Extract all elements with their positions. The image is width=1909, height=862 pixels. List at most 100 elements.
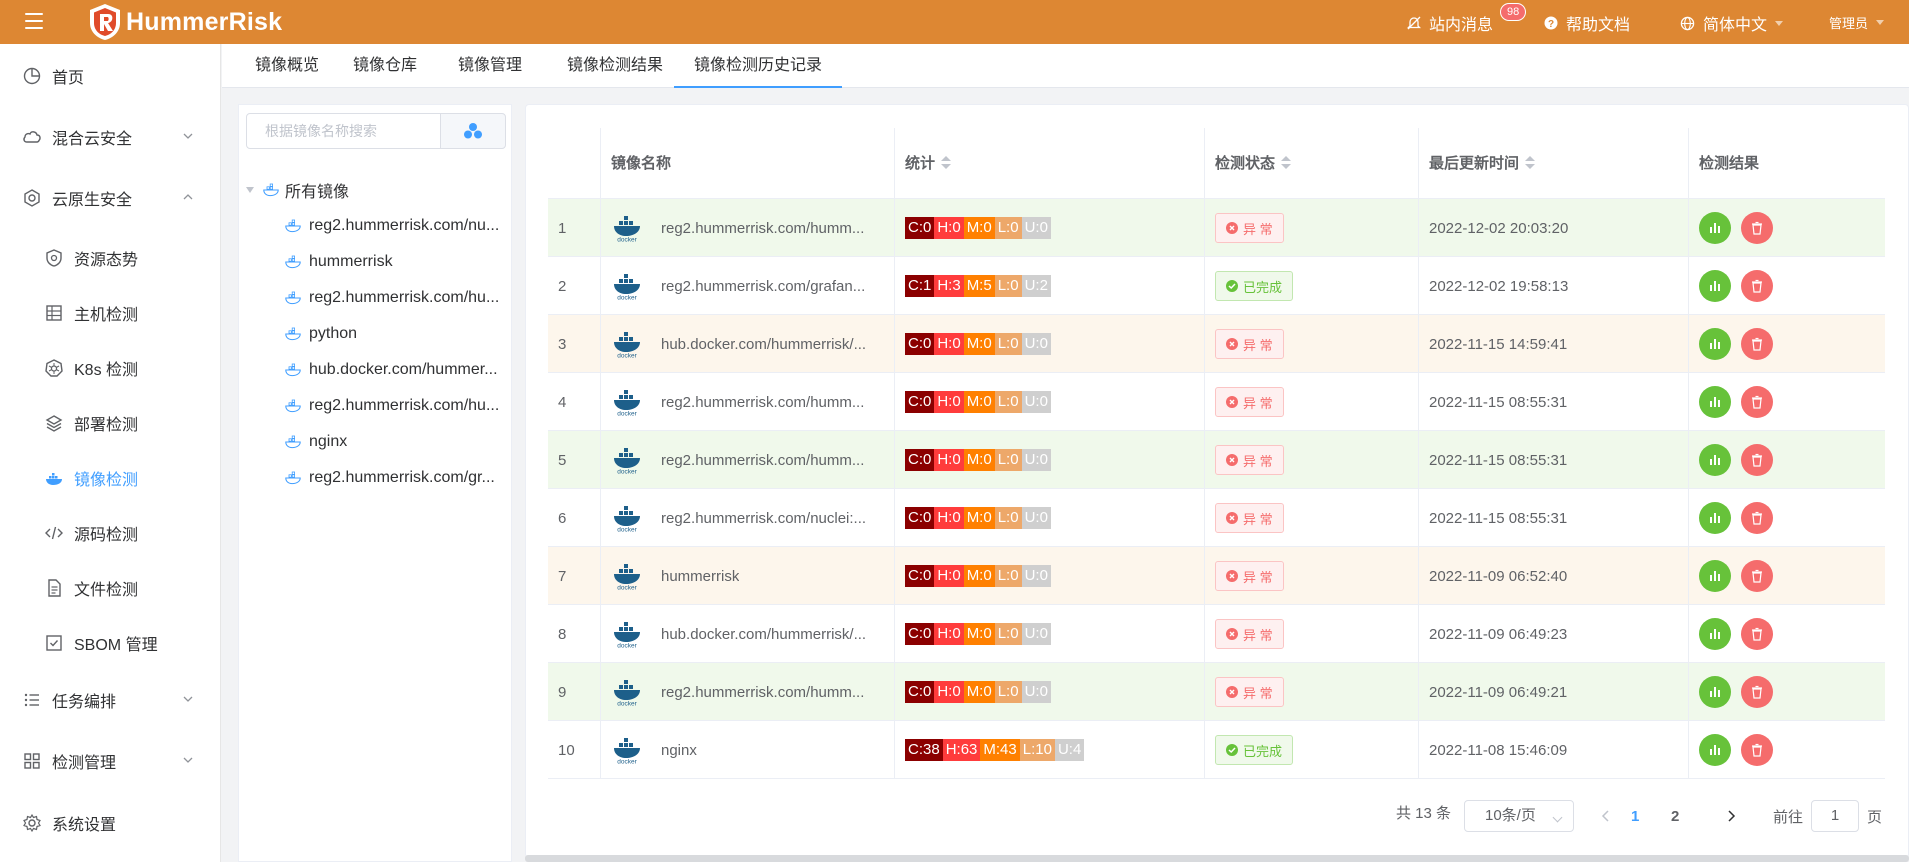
sidebar-item-image-check[interactable]: 镜像检测 bbox=[0, 456, 221, 500]
menu-toggle-icon[interactable] bbox=[25, 13, 43, 29]
docker-icon bbox=[285, 435, 301, 449]
sidebar-item-task-orchestration[interactable]: 任务编排 bbox=[0, 678, 221, 722]
sidebar-item-file-check[interactable]: 文件检测 bbox=[0, 566, 221, 610]
view-result-button[interactable] bbox=[1699, 502, 1731, 534]
sidebar-item-sbom[interactable]: SBOM 管理 bbox=[0, 621, 221, 665]
app-logo[interactable]: HummerRisk bbox=[88, 3, 282, 41]
image-name-cell[interactable]: docker reg2.hummerrisk.com/humm... bbox=[601, 373, 895, 431]
view-result-button[interactable] bbox=[1699, 444, 1731, 476]
column-header-status[interactable]: 检测状态 bbox=[1205, 128, 1419, 199]
image-name-cell[interactable]: docker reg2.hummerrisk.com/nuclei:... bbox=[601, 489, 895, 547]
image-name-cell[interactable]: docker hummerrisk bbox=[601, 547, 895, 605]
delete-button[interactable] bbox=[1741, 618, 1773, 650]
tree-node[interactable]: reg2.hummerrisk.com/nu... bbox=[285, 208, 503, 244]
docker-logo-icon: docker bbox=[614, 448, 640, 474]
view-result-button[interactable] bbox=[1699, 328, 1731, 360]
column-header-stats[interactable]: 统计 bbox=[895, 128, 1205, 199]
tree-node[interactable]: reg2.hummerrisk.com/gr... bbox=[285, 460, 503, 496]
tab-image-check-results[interactable]: 镜像检测结果 bbox=[547, 44, 683, 88]
table-row[interactable]: 2 docker reg2.hummerrisk.com/grafan... C:1 H… bbox=[548, 257, 1885, 315]
view-result-button[interactable] bbox=[1699, 676, 1731, 708]
tree-node-root[interactable]: 所有镜像 bbox=[245, 172, 349, 208]
table-row[interactable]: 10 docker nginx C:38 H:63 M:43 L:10 U:4 已完成 2022-… bbox=[548, 721, 1885, 779]
chevron-right-icon[interactable] bbox=[1726, 809, 1736, 823]
delete-button[interactable] bbox=[1741, 328, 1773, 360]
page-size-select[interactable]: 10条/页 bbox=[1464, 800, 1574, 832]
horizontal-scrollbar[interactable] bbox=[525, 855, 1909, 862]
view-result-button[interactable] bbox=[1699, 212, 1731, 244]
tree-node[interactable]: python bbox=[285, 316, 503, 352]
column-header-updated-time[interactable]: 最后更新时间 bbox=[1419, 128, 1689, 199]
delete-button[interactable] bbox=[1741, 270, 1773, 302]
sidebar-item-label: SBOM 管理 bbox=[74, 637, 158, 654]
tree-node[interactable]: reg2.hummerrisk.com/hu... bbox=[285, 388, 503, 424]
user-menu[interactable]: 管理员 bbox=[1829, 13, 1885, 32]
table-row[interactable]: 4 docker reg2.hummerrisk.com/humm... C:0 H:0… bbox=[548, 373, 1885, 431]
page-number-1[interactable]: 1 bbox=[1631, 800, 1667, 832]
cloud-native-icon bbox=[24, 189, 40, 207]
sidebar-item-resource-posture[interactable]: 资源态势 bbox=[0, 236, 221, 280]
top-header: HummerRisk 站内消息 98 ? 帮助文档 简体中文 管理员 bbox=[0, 0, 1909, 44]
table-row[interactable]: 5 docker reg2.hummerrisk.com/humm... C:0 H:0… bbox=[548, 431, 1885, 489]
view-result-button[interactable] bbox=[1699, 270, 1731, 302]
globe-icon bbox=[1680, 16, 1695, 30]
delete-button[interactable] bbox=[1741, 212, 1773, 244]
image-name-cell[interactable]: docker reg2.hummerrisk.com/humm... bbox=[601, 199, 895, 257]
page-number-2[interactable]: 2 bbox=[1671, 800, 1707, 832]
view-result-button[interactable] bbox=[1699, 734, 1731, 766]
sidebar-item-hybrid-cloud[interactable]: 混合云安全 bbox=[0, 115, 221, 159]
unknown-count: U:0 bbox=[1021, 565, 1051, 587]
image-name-cell[interactable]: docker reg2.hummerrisk.com/humm... bbox=[601, 663, 895, 721]
tab-image-check-history[interactable]: 镜像检测历史记录 bbox=[674, 44, 842, 88]
docker-icon bbox=[285, 291, 301, 305]
image-name-cell[interactable]: docker nginx bbox=[601, 721, 895, 779]
image-name-cell[interactable]: docker hub.docker.com/hummerrisk/... bbox=[601, 605, 895, 663]
tree-node[interactable]: reg2.hummerrisk.com/hu... bbox=[285, 280, 503, 316]
tab-image-overview[interactable]: 镜像概览 bbox=[222, 44, 352, 88]
tree-node[interactable]: hub.docker.com/hummer... bbox=[285, 352, 503, 388]
tree-filter-button[interactable] bbox=[440, 113, 506, 149]
image-name-cell[interactable]: docker hub.docker.com/hummerrisk/... bbox=[601, 315, 895, 373]
sidebar-item-k8s-check[interactable]: K8s 检测 bbox=[0, 346, 221, 390]
sidebar-item-check-management[interactable]: 检测管理 bbox=[0, 739, 221, 783]
sidebar-item-home[interactable]: 首页 bbox=[0, 54, 221, 98]
image-search-input[interactable]: 根据镜像名称搜索 bbox=[246, 113, 442, 149]
tree-node[interactable]: hummerrisk bbox=[285, 244, 503, 280]
user-label: 管理员 bbox=[1829, 16, 1869, 31]
delete-button[interactable] bbox=[1741, 502, 1773, 534]
image-name-cell[interactable]: docker reg2.hummerrisk.com/humm... bbox=[601, 431, 895, 489]
messages-count-badge: 98 bbox=[1500, 3, 1527, 21]
delete-button[interactable] bbox=[1741, 734, 1773, 766]
sort-icon[interactable] bbox=[1525, 156, 1536, 170]
table-row[interactable]: 9 docker reg2.hummerrisk.com/humm... C:0 H:0… bbox=[548, 663, 1885, 721]
help-docs-link[interactable]: ? 帮助文档 bbox=[1544, 11, 1630, 35]
table-row[interactable]: 1 docker reg2.hummerrisk.com/humm... C:0 H:0… bbox=[548, 199, 1885, 257]
view-result-button[interactable] bbox=[1699, 618, 1731, 650]
delete-button[interactable] bbox=[1741, 444, 1773, 476]
delete-button[interactable] bbox=[1741, 676, 1773, 708]
column-header-result: 检测结果 bbox=[1689, 128, 1885, 199]
sidebar-item-system-settings[interactable]: 系统设置 bbox=[0, 801, 221, 845]
chevron-left-icon[interactable] bbox=[1601, 809, 1611, 823]
tab-image-repository[interactable]: 镜像仓库 bbox=[336, 44, 434, 88]
sidebar-item-host-check[interactable]: 主机检测 bbox=[0, 291, 221, 335]
sidebar-item-deploy-check[interactable]: 部署检测 bbox=[0, 401, 221, 445]
table-row[interactable]: 7 docker hummerrisk C:0 H:0 M:0 L:0 U:0 异 常 2022-… bbox=[548, 547, 1885, 605]
delete-button[interactable] bbox=[1741, 386, 1773, 418]
image-name-cell[interactable]: docker reg2.hummerrisk.com/grafan... bbox=[601, 257, 895, 315]
language-switcher[interactable]: 简体中文 bbox=[1680, 11, 1784, 35]
sidebar-item-code-check[interactable]: 源码检测 bbox=[0, 511, 221, 555]
view-result-button[interactable] bbox=[1699, 560, 1731, 592]
table-row[interactable]: 8 docker hub.docker.com/hummerrisk/... C:0 H… bbox=[548, 605, 1885, 663]
goto-page-input[interactable]: 1 bbox=[1811, 800, 1859, 832]
sort-icon[interactable] bbox=[1281, 156, 1292, 170]
sidebar-item-cloud-native[interactable]: 云原生安全 bbox=[0, 176, 221, 220]
view-result-button[interactable] bbox=[1699, 386, 1731, 418]
delete-button[interactable] bbox=[1741, 560, 1773, 592]
table-row[interactable]: 3 docker hub.docker.com/hummerrisk/... C:0 H… bbox=[548, 315, 1885, 373]
tree-node[interactable]: nginx bbox=[285, 424, 503, 460]
messages-link[interactable]: 站内消息 bbox=[1407, 11, 1493, 35]
table-row[interactable]: 6 docker reg2.hummerrisk.com/nuclei:... C:0… bbox=[548, 489, 1885, 547]
tab-image-management[interactable]: 镜像管理 bbox=[441, 44, 539, 88]
sort-icon[interactable] bbox=[941, 156, 952, 170]
